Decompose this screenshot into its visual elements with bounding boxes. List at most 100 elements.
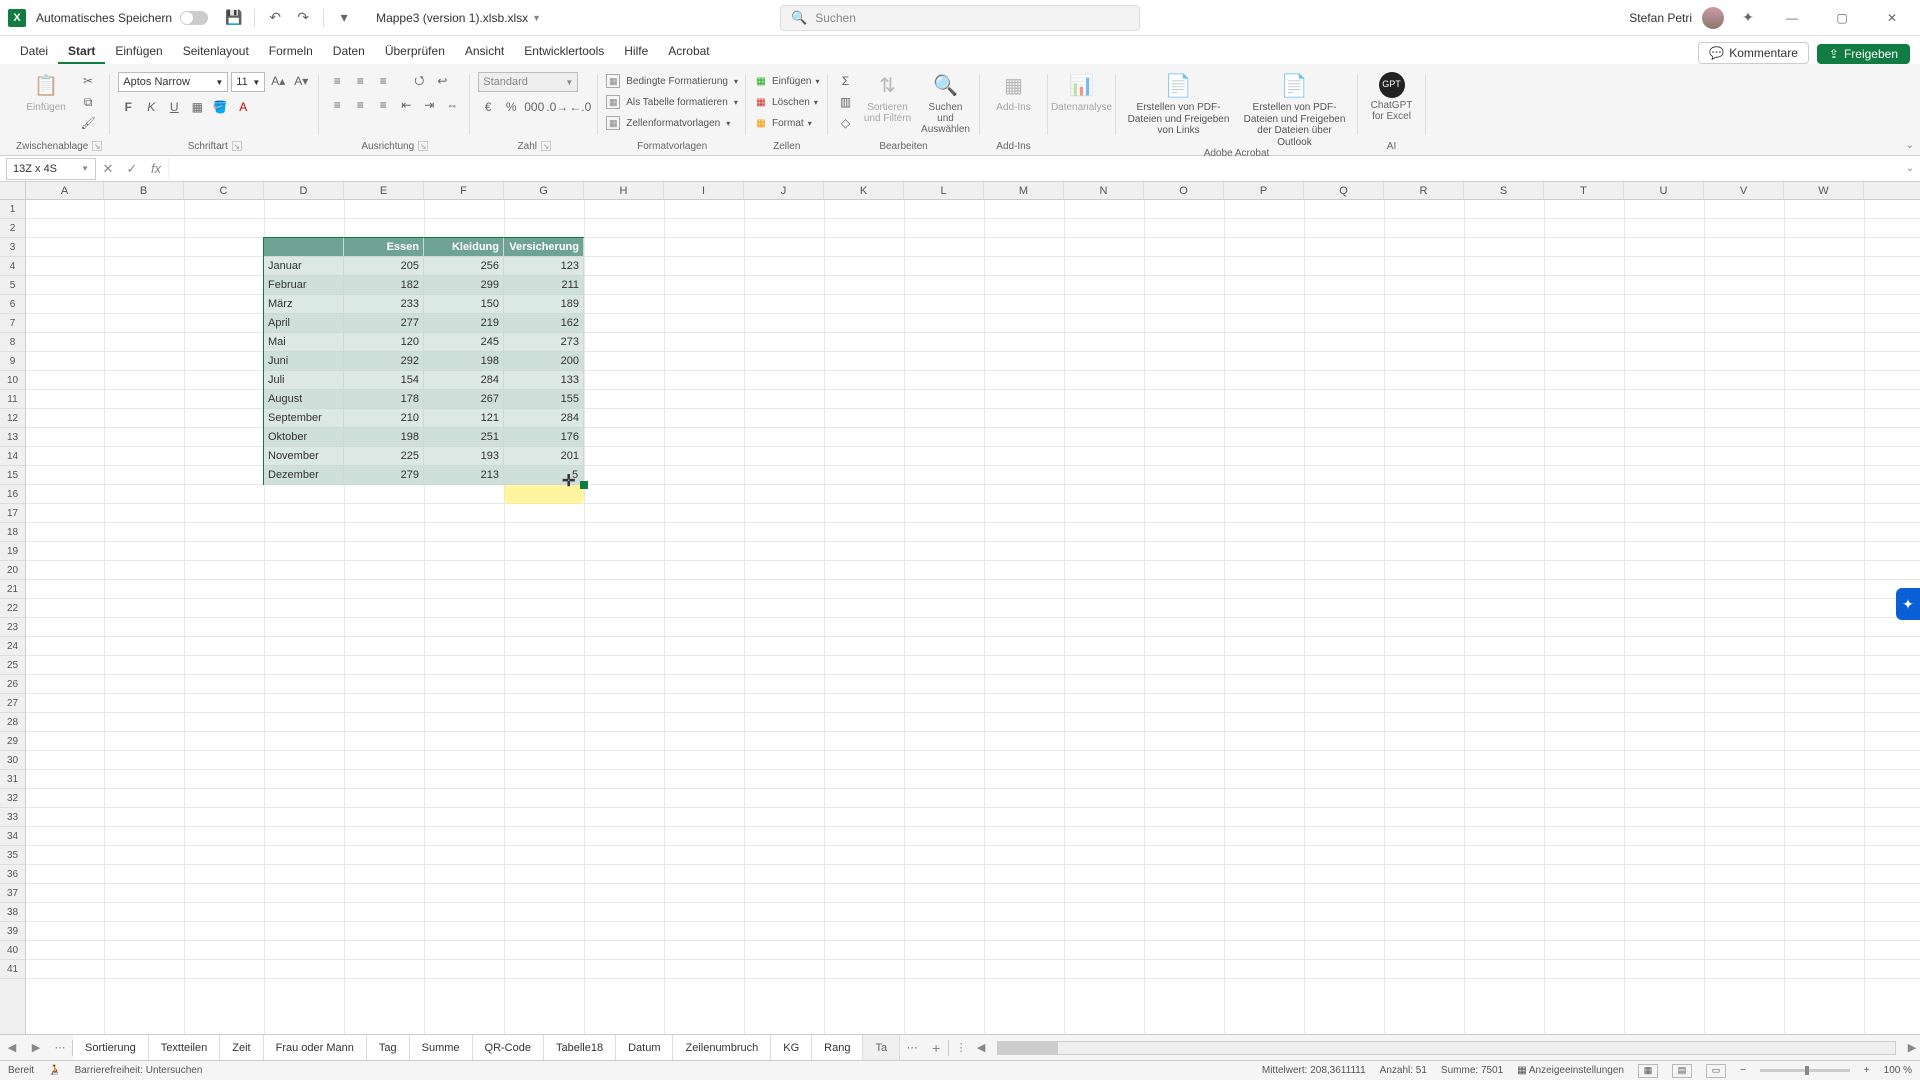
row-header[interactable]: 40	[0, 941, 25, 960]
row-header[interactable]: 39	[0, 922, 25, 941]
table-cell[interactable]: 150	[424, 295, 504, 314]
sheet-tab[interactable]: KG	[771, 1035, 812, 1060]
column-header[interactable]: F	[424, 182, 504, 199]
spreadsheet-grid[interactable]: ABCDEFGHIJKLMNOPQRSTUVW 1234567891011121…	[0, 182, 1920, 1040]
menu-tab-einfügen[interactable]: Einfügen	[105, 40, 172, 64]
row-header[interactable]: 23	[0, 618, 25, 637]
dialog-launcher-icon[interactable]: ↘	[418, 141, 428, 151]
row-header[interactable]: 20	[0, 561, 25, 580]
view-break-icon[interactable]: ▭	[1706, 1064, 1726, 1078]
percent-icon[interactable]: %	[501, 98, 521, 116]
hscroll-left[interactable]: ◀	[973, 1041, 989, 1054]
table-cell[interactable]: 193	[424, 447, 504, 466]
select-all-corner[interactable]	[0, 182, 26, 200]
sheet-nav-prev[interactable]: ◀	[0, 1041, 24, 1054]
row-header[interactable]: 14	[0, 447, 25, 466]
table-header-cell[interactable]: Kleidung	[424, 238, 504, 257]
expand-formula-icon[interactable]: ⌄	[1900, 163, 1920, 174]
create-pdf-link-button[interactable]: 📄 Erstellen von PDF-Dateien und Freigebe…	[1124, 72, 1234, 137]
row-header[interactable]: 25	[0, 656, 25, 675]
table-cell[interactable]: Mai	[264, 333, 344, 352]
table-cell[interactable]: August	[264, 390, 344, 409]
column-header[interactable]: W	[1784, 182, 1864, 199]
row-header[interactable]: 28	[0, 713, 25, 732]
column-header[interactable]: M	[984, 182, 1064, 199]
data-analysis-button[interactable]: 📊 Datenanalyse	[1056, 72, 1108, 113]
italic-icon[interactable]: K	[141, 98, 161, 116]
row-header[interactable]: 12	[0, 409, 25, 428]
sheet-nav-next[interactable]: ▶	[24, 1041, 48, 1054]
addins-button[interactable]: ▦ Add-Ins	[988, 72, 1040, 113]
row-header[interactable]: 37	[0, 884, 25, 903]
sheet-overflow-icon[interactable]: ⋯	[900, 1041, 924, 1054]
row-header[interactable]: 4	[0, 257, 25, 276]
sort-filter-button[interactable]: ⇅ Sortieren und Filtern	[862, 72, 914, 124]
decrease-decimal-icon[interactable]: ←.0	[570, 98, 590, 116]
row-header[interactable]: 41	[0, 960, 25, 979]
paste-button[interactable]: 📋 Einfügen	[20, 72, 72, 113]
table-cell[interactable]: 155	[504, 390, 584, 409]
diamond-icon[interactable]: ✦	[1738, 8, 1758, 28]
create-pdf-outlook-button[interactable]: 📄 Erstellen von PDF-Dateien und Freigebe…	[1240, 72, 1350, 148]
table-cell[interactable]: 279	[344, 466, 424, 485]
row-header[interactable]: 1	[0, 200, 25, 219]
delete-cells-button[interactable]: ▦Löschen▾	[754, 93, 818, 111]
redo-icon[interactable]: ↷	[293, 8, 313, 28]
row-header[interactable]: 8	[0, 333, 25, 352]
horizontal-scrollbar[interactable]	[997, 1041, 1896, 1055]
row-header[interactable]: 3	[0, 238, 25, 257]
row-header[interactable]: 30	[0, 751, 25, 770]
sheet-tab[interactable]: Sortierung	[73, 1035, 149, 1060]
row-header[interactable]: 24	[0, 637, 25, 656]
align-right-icon[interactable]: ≡	[373, 96, 393, 114]
menu-tab-formeln[interactable]: Formeln	[259, 40, 323, 64]
table-cell[interactable]: Oktober	[264, 428, 344, 447]
column-header[interactable]: U	[1624, 182, 1704, 199]
zoom-in-icon[interactable]: +	[1864, 1065, 1870, 1076]
table-cell[interactable]: 292	[344, 352, 424, 371]
row-header[interactable]: 13	[0, 428, 25, 447]
accessibility-icon[interactable]: 🧑‍🦽	[48, 1065, 60, 1076]
clear-icon[interactable]: ◇	[836, 114, 856, 132]
conditional-formatting-button[interactable]: ▦Bedingte Formatierung▾	[606, 72, 738, 90]
table-cell[interactable]: 120	[344, 333, 424, 352]
column-header[interactable]: D	[264, 182, 344, 199]
table-cell[interactable]: 245	[424, 333, 504, 352]
table-cell[interactable]: März	[264, 295, 344, 314]
copy-icon[interactable]: ⧉	[78, 93, 98, 111]
column-header[interactable]: N	[1064, 182, 1144, 199]
indent-increase-icon[interactable]: ⇥	[419, 96, 439, 114]
table-cell[interactable]: 198	[344, 428, 424, 447]
row-header[interactable]: 5	[0, 276, 25, 295]
column-header[interactable]: O	[1144, 182, 1224, 199]
column-header[interactable]: G	[504, 182, 584, 199]
sheet-tab[interactable]: Frau oder Mann	[264, 1035, 367, 1060]
sheet-tab[interactable]: Tabelle18	[544, 1035, 616, 1060]
font-name-input[interactable]: Aptos Narrow▼	[118, 72, 228, 92]
comments-button[interactable]: 💬Kommentare	[1698, 42, 1809, 64]
menu-tab-entwicklertools[interactable]: Entwicklertools	[514, 40, 614, 64]
share-button[interactable]: ⇪Freigeben	[1817, 44, 1910, 64]
row-header[interactable]: 7	[0, 314, 25, 333]
add-sheet-button[interactable]: +	[924, 1040, 948, 1056]
table-cell[interactable]: November	[264, 447, 344, 466]
align-top-icon[interactable]: ≡	[327, 72, 347, 90]
column-header[interactable]: T	[1544, 182, 1624, 199]
row-header[interactable]: 36	[0, 865, 25, 884]
fill-icon[interactable]: ▥	[836, 93, 856, 111]
table-cell[interactable]: 233	[344, 295, 424, 314]
insert-cells-button[interactable]: ▦Einfügen▾	[754, 72, 820, 90]
sheet-tab[interactable]: Zeilenumbruch	[673, 1035, 771, 1060]
table-cell[interactable]: 205	[344, 257, 424, 276]
table-cell[interactable]: 133	[504, 371, 584, 390]
table-cell[interactable]: 123	[504, 257, 584, 276]
menu-tab-ansicht[interactable]: Ansicht	[455, 40, 514, 64]
view-page-icon[interactable]: ▤	[1672, 1064, 1692, 1078]
table-cell[interactable]: 267	[424, 390, 504, 409]
row-header[interactable]: 31	[0, 770, 25, 789]
row-header[interactable]: 32	[0, 789, 25, 808]
table-header-cell[interactable]	[264, 238, 344, 257]
cancel-formula-icon[interactable]: ✕	[96, 161, 120, 177]
row-header[interactable]: 19	[0, 542, 25, 561]
column-header[interactable]: V	[1704, 182, 1784, 199]
